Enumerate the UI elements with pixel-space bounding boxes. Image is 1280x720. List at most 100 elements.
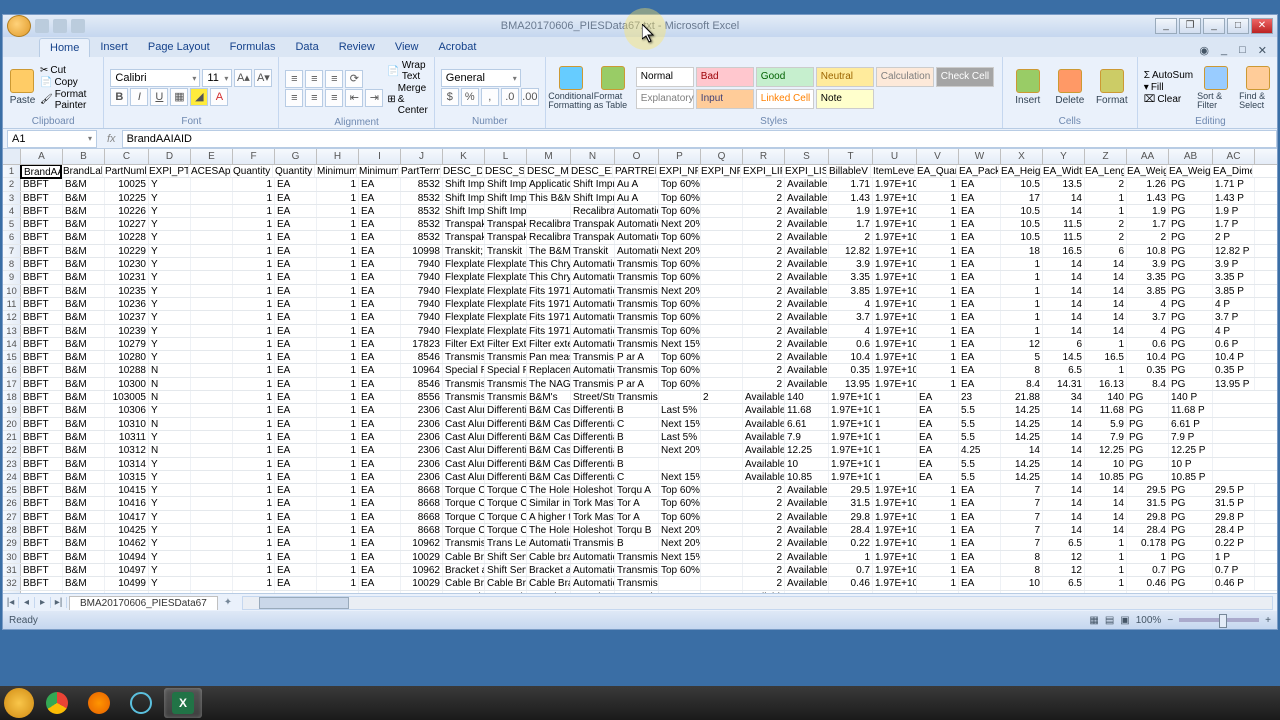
- data-cell[interactable]: 4.25: [959, 444, 1001, 456]
- data-cell[interactable]: 14: [1085, 325, 1127, 337]
- data-cell[interactable]: Cast Alum: [443, 444, 485, 456]
- close-button[interactable]: ✕: [1251, 18, 1273, 34]
- row-header[interactable]: 22: [3, 444, 21, 456]
- data-cell[interactable]: 1: [1085, 564, 1127, 576]
- row-header[interactable]: 21: [3, 431, 21, 443]
- data-cell[interactable]: 2: [743, 484, 785, 496]
- data-cell[interactable]: Transmiss A: [615, 271, 659, 283]
- data-cell[interactable]: 1: [917, 192, 959, 204]
- data-cell[interactable]: 7: [1001, 524, 1043, 536]
- data-cell[interactable]: PG: [1127, 458, 1169, 470]
- data-cell[interactable]: 1: [317, 325, 359, 337]
- data-cell[interactable]: Differential Cover; F: [571, 471, 615, 483]
- indent-inc-button[interactable]: ⇥: [365, 89, 383, 107]
- data-cell[interactable]: Available: [785, 497, 829, 509]
- col-header-D[interactable]: D: [149, 149, 191, 164]
- data-cell[interactable]: Automatic A: [615, 231, 659, 243]
- data-cell[interactable]: 14: [1085, 511, 1127, 523]
- data-cell[interactable]: 1.97E+10: [829, 431, 873, 443]
- data-cell[interactable]: B&M: [63, 285, 105, 297]
- data-cell[interactable]: Y: [149, 458, 191, 470]
- data-cell[interactable]: 3.35: [829, 271, 873, 283]
- taskbar-chrome[interactable]: [38, 688, 76, 718]
- styles-gallery[interactable]: NormalBadGoodNeutralCalculationCheck Cel…: [636, 67, 996, 109]
- data-cell[interactable]: Flexplate;: [443, 271, 485, 283]
- data-cell[interactable]: PG: [1169, 205, 1213, 217]
- align-right-button[interactable]: ≡: [325, 89, 343, 107]
- data-cell[interactable]: 1: [317, 391, 359, 403]
- data-cell[interactable]: Available: [785, 178, 829, 190]
- data-cell[interactable]: [191, 205, 233, 217]
- data-cell[interactable]: Tork Master 2000: [571, 497, 615, 509]
- data-cell[interactable]: EA: [275, 192, 317, 204]
- data-cell[interactable]: EA: [275, 231, 317, 243]
- data-cell[interactable]: 7: [1001, 497, 1043, 509]
- data-cell[interactable]: 1: [233, 205, 275, 217]
- data-cell[interactable]: [701, 298, 743, 310]
- col-header-J[interactable]: J: [401, 149, 443, 164]
- header-cell[interactable]: EA_Lengt: [1083, 165, 1125, 177]
- data-cell[interactable]: 1: [233, 245, 275, 257]
- data-cell[interactable]: Y: [149, 404, 191, 416]
- data-cell[interactable]: [191, 471, 233, 483]
- data-cell[interactable]: Top 60% o: [659, 511, 701, 523]
- data-cell[interactable]: EA: [917, 418, 959, 430]
- data-cell[interactable]: 29.8 P: [1213, 511, 1255, 523]
- style-swatch-check-cell[interactable]: Check Cell: [936, 67, 994, 87]
- data-cell[interactable]: 10.85: [785, 471, 829, 483]
- data-cell[interactable]: 2: [743, 378, 785, 390]
- data-cell[interactable]: 10.8: [1127, 245, 1169, 257]
- data-cell[interactable]: 29.5 P: [1213, 484, 1255, 496]
- data-cell[interactable]: BBFT: [21, 245, 63, 257]
- data-cell[interactable]: 1: [317, 418, 359, 430]
- data-cell[interactable]: BBFT: [21, 378, 63, 390]
- data-cell[interactable]: 2: [1127, 231, 1169, 243]
- data-cell[interactable]: Y: [149, 178, 191, 190]
- data-cell[interactable]: 7940: [401, 311, 443, 323]
- data-cell[interactable]: Recalibrat: [527, 218, 571, 230]
- data-cell[interactable]: PG: [1127, 418, 1169, 430]
- data-cell[interactable]: 14: [1043, 325, 1085, 337]
- data-cell[interactable]: 2: [743, 551, 785, 563]
- data-cell[interactable]: 14: [1043, 471, 1085, 483]
- data-cell[interactable]: [191, 245, 233, 257]
- data-cell[interactable]: B&M: [63, 551, 105, 563]
- data-cell[interactable]: 10.85: [1085, 471, 1127, 483]
- row-header[interactable]: 11: [3, 298, 21, 310]
- data-cell[interactable]: Flexplate: [485, 271, 527, 283]
- data-cell[interactable]: B&M: [63, 537, 105, 549]
- data-cell[interactable]: 8: [1001, 551, 1043, 563]
- font-size-dropdown[interactable]: 11: [202, 69, 232, 87]
- data-cell[interactable]: EA: [275, 564, 317, 576]
- data-cell[interactable]: 4 P: [1213, 325, 1255, 337]
- data-cell[interactable]: B&M: [63, 511, 105, 523]
- data-cell[interactable]: [701, 285, 743, 297]
- data-cell[interactable]: 1: [917, 378, 959, 390]
- data-cell[interactable]: B&M: [63, 444, 105, 456]
- data-cell[interactable]: EA: [917, 458, 959, 470]
- data-cell[interactable]: Flexplate;: [443, 311, 485, 323]
- data-cell[interactable]: C: [615, 418, 659, 430]
- data-cell[interactable]: EA: [359, 444, 401, 456]
- data-cell[interactable]: 13.5: [1043, 178, 1085, 190]
- data-cell[interactable]: 8668: [401, 484, 443, 496]
- data-cell[interactable]: B&M: [63, 351, 105, 363]
- data-cell[interactable]: 1: [1001, 311, 1043, 323]
- data-cell[interactable]: 7940: [401, 271, 443, 283]
- data-cell[interactable]: 1: [873, 471, 917, 483]
- data-cell[interactable]: EA: [275, 418, 317, 430]
- data-cell[interactable]: 4: [829, 325, 873, 337]
- data-cell[interactable]: Differential Cover; F: [571, 431, 615, 443]
- data-cell[interactable]: PG: [1169, 551, 1213, 563]
- data-cell[interactable]: 5: [1001, 351, 1043, 363]
- data-cell[interactable]: 2: [743, 231, 785, 243]
- header-cell[interactable]: EA_Width: [1041, 165, 1083, 177]
- data-cell[interactable]: EA: [275, 444, 317, 456]
- data-cell[interactable]: 10231: [105, 271, 149, 283]
- data-cell[interactable]: B&M: [63, 192, 105, 204]
- data-cell[interactable]: EA: [275, 298, 317, 310]
- taskbar-excel[interactable]: X: [164, 688, 202, 718]
- data-cell[interactable]: [191, 537, 233, 549]
- data-cell[interactable]: Top 60% o: [659, 378, 701, 390]
- data-cell[interactable]: Torque Co: [485, 484, 527, 496]
